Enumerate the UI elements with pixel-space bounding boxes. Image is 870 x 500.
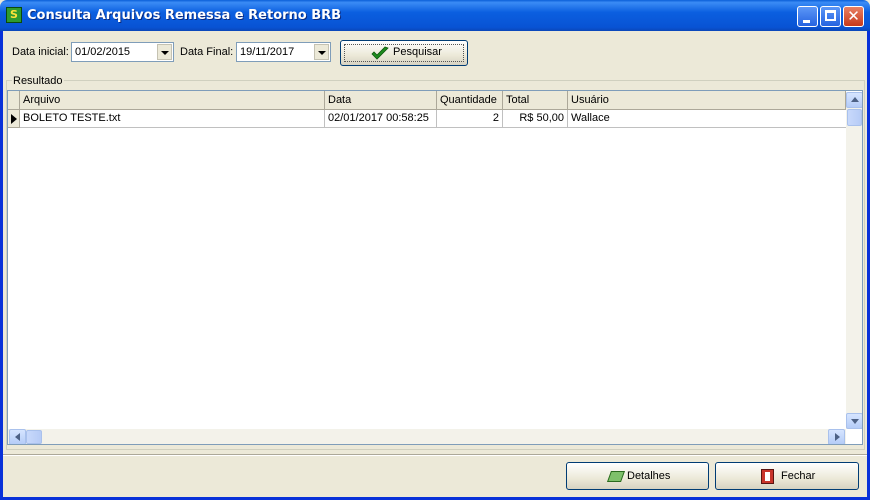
row-indicator-icon[interactable] bbox=[8, 110, 20, 128]
grid-corner-header bbox=[8, 91, 20, 110]
close-icon: ✕ bbox=[847, 7, 860, 25]
result-grid[interactable]: Arquivo Data Quantidade Total Usuário BO… bbox=[7, 90, 863, 445]
column-header-total[interactable]: Total bbox=[503, 91, 568, 110]
search-button[interactable]: Pesquisar bbox=[340, 40, 468, 66]
search-button-label: Pesquisar bbox=[393, 46, 442, 58]
minimize-icon bbox=[803, 20, 810, 23]
end-date-picker[interactable]: 19/11/2017 bbox=[236, 42, 331, 62]
app-icon: S bbox=[6, 7, 22, 23]
maximize-icon bbox=[825, 10, 836, 21]
close-button[interactable]: Fechar bbox=[715, 462, 859, 490]
close-window-button[interactable]: ✕ bbox=[843, 6, 864, 27]
close-button-label: Fechar bbox=[781, 470, 816, 482]
horizontal-scroll-thumb[interactable] bbox=[26, 430, 42, 444]
details-button[interactable]: Detalhes bbox=[566, 462, 709, 490]
start-date-label: Data inicial: bbox=[12, 46, 69, 58]
scroll-down-button[interactable] bbox=[846, 413, 862, 429]
book-icon bbox=[606, 471, 626, 482]
title-bar[interactable]: S Consulta Arquivos Remessa e Retorno BR… bbox=[0, 0, 870, 31]
chevron-down-icon[interactable] bbox=[157, 44, 172, 60]
column-header-quantidade[interactable]: Quantidade bbox=[437, 91, 503, 110]
start-date-picker[interactable]: 01/02/2015 bbox=[71, 42, 174, 62]
horizontal-scrollbar[interactable] bbox=[8, 429, 846, 444]
window-title: Consulta Arquivos Remessa e Retorno BRB bbox=[27, 8, 342, 23]
scroll-right-button[interactable] bbox=[828, 429, 845, 444]
table-cell-data[interactable]: 02/01/2017 00:58:25 bbox=[325, 110, 437, 128]
vertical-scroll-thumb[interactable] bbox=[847, 109, 862, 126]
end-date-label: Data Final: bbox=[180, 46, 234, 58]
scroll-up-button[interactable] bbox=[846, 92, 862, 108]
chevron-down-icon[interactable] bbox=[314, 44, 329, 60]
check-icon bbox=[371, 46, 389, 60]
column-header-arquivo[interactable]: Arquivo bbox=[20, 91, 325, 110]
start-date-value: 01/02/2015 bbox=[75, 46, 131, 58]
table-cell-usuario[interactable]: Wallace bbox=[568, 110, 846, 128]
result-group-label: Resultado bbox=[12, 75, 64, 87]
scroll-left-button[interactable] bbox=[9, 429, 26, 444]
column-header-data[interactable]: Data bbox=[325, 91, 437, 110]
end-date-value: 19/11/2017 bbox=[240, 46, 295, 58]
minimize-button[interactable] bbox=[797, 6, 818, 27]
column-header-usuario[interactable]: Usuário bbox=[568, 91, 846, 110]
maximize-button[interactable] bbox=[820, 6, 841, 27]
table-cell-total[interactable]: R$ 50,00 bbox=[503, 110, 568, 128]
details-button-label: Detalhes bbox=[627, 470, 671, 482]
footer-separator bbox=[3, 454, 867, 456]
table-cell-arquivo[interactable]: BOLETO TESTE.txt bbox=[20, 110, 325, 128]
vertical-scrollbar[interactable] bbox=[846, 92, 862, 429]
table-cell-quantidade[interactable]: 2 bbox=[437, 110, 503, 128]
exit-door-icon bbox=[761, 469, 774, 484]
